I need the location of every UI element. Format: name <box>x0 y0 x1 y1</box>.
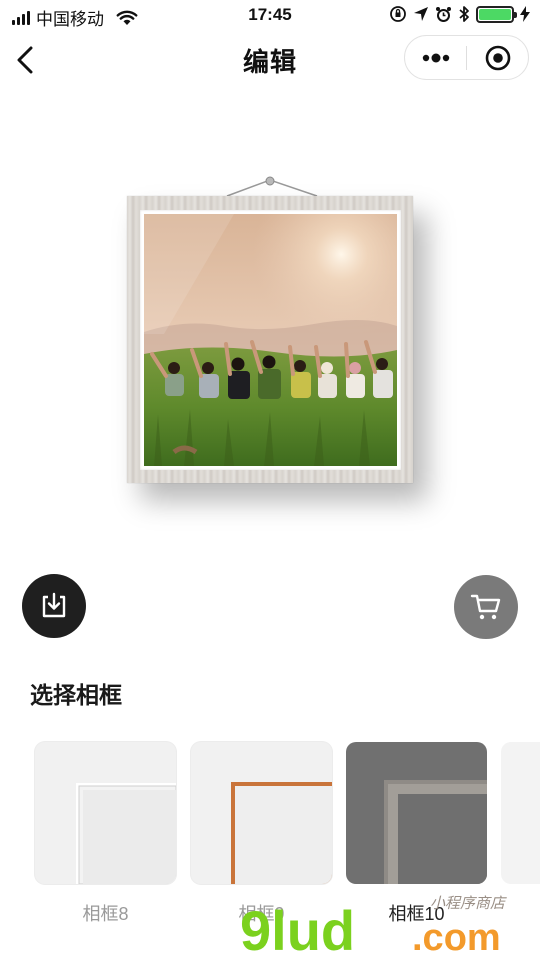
photo-mat <box>140 210 401 470</box>
mini-program-capsule <box>404 35 529 80</box>
group-photo-image <box>144 214 397 466</box>
download-icon <box>42 592 66 618</box>
frame-8-thumbnail <box>76 783 176 884</box>
frame-option-9[interactable] <box>191 742 332 884</box>
status-bar: 中国移动 17:45 <box>0 0 540 30</box>
close-button[interactable] <box>467 36 528 79</box>
target-circle-icon <box>485 45 510 70</box>
frame-option-next[interactable] <box>501 742 540 884</box>
battery-icon <box>476 5 517 23</box>
cart-button[interactable] <box>454 575 518 639</box>
frame-options-list: 相框8 相框9 相框10 <box>35 742 540 942</box>
frame-option-label: 相框10 <box>388 904 445 924</box>
photo <box>144 214 397 466</box>
section-title: 选择相框 <box>30 682 122 708</box>
alarm-icon <box>436 6 451 22</box>
frame-9-thumbnail <box>231 782 332 884</box>
hanging-wire <box>226 176 318 197</box>
more-button[interactable] <box>405 36 466 79</box>
frame-option-label: 相框9 <box>238 904 285 924</box>
wood-frame <box>127 196 413 483</box>
download-button[interactable] <box>22 574 86 638</box>
status-right <box>389 5 530 23</box>
frame-option-label: 相框8 <box>82 904 129 924</box>
frame-option-8[interactable] <box>35 742 176 884</box>
location-icon <box>414 7 428 21</box>
frame-10-thumbnail <box>384 780 487 884</box>
charging-icon <box>520 6 530 22</box>
shopping-cart-icon <box>470 594 501 620</box>
more-dots-icon <box>422 53 449 62</box>
navigation-bar: 编辑 <box>0 30 540 90</box>
frame-option-10[interactable] <box>346 742 487 884</box>
bluetooth-icon <box>459 6 469 22</box>
orientation-lock-icon <box>390 6 406 22</box>
